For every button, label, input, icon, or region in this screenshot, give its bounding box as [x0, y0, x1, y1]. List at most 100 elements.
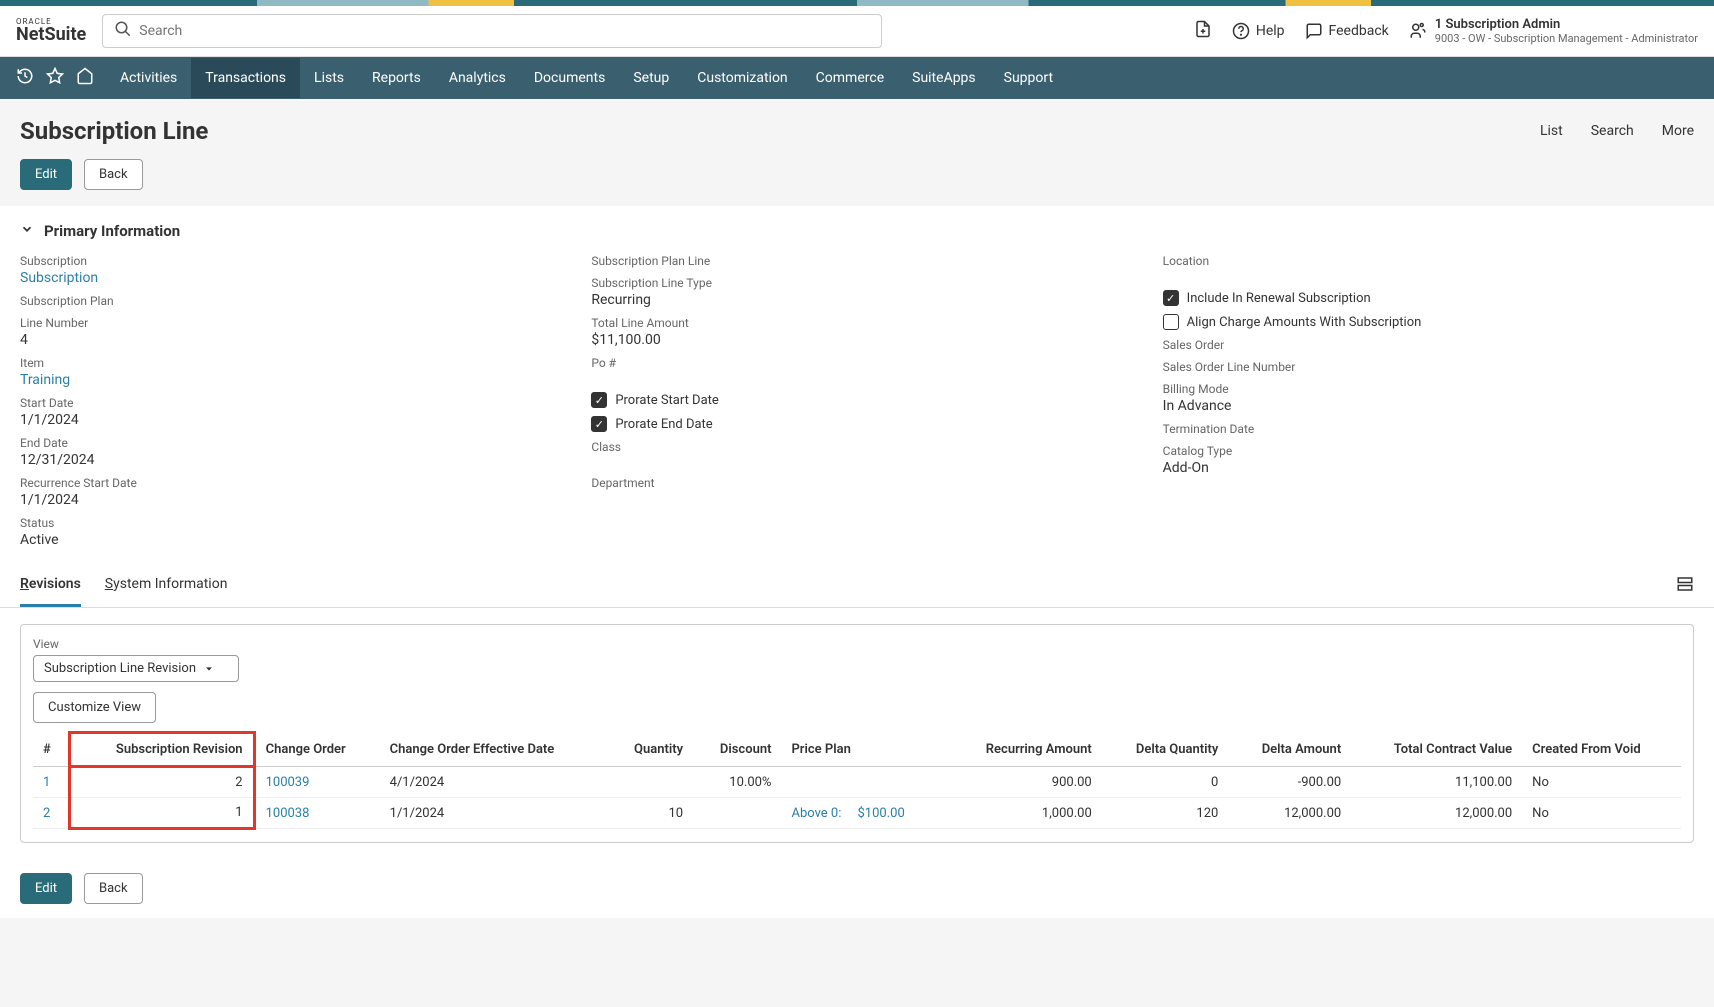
history-icon[interactable]: [16, 67, 34, 89]
nav-commerce[interactable]: Commerce: [802, 58, 898, 98]
include-renewal-checkbox: ✓: [1163, 290, 1179, 306]
user-info[interactable]: 1 Subscription Admin 9003 - OW - Subscri…: [1409, 17, 1698, 46]
col-num[interactable]: #: [33, 733, 69, 767]
start-date-value: 1/1/2024: [20, 412, 551, 428]
edit-button[interactable]: Edit: [20, 159, 72, 190]
total-amount-value: $11,100.00: [591, 332, 1122, 348]
nav-documents[interactable]: Documents: [520, 58, 619, 98]
row-qty: 10: [608, 798, 693, 829]
prorate-end-label: Prorate End Date: [615, 417, 712, 432]
col-delta-amount[interactable]: Delta Amount: [1228, 733, 1351, 767]
row-discount: [693, 798, 781, 829]
col-effective-date[interactable]: Change Order Effective Date: [380, 733, 608, 767]
nav-setup[interactable]: Setup: [619, 58, 683, 98]
table-row[interactable]: 1 2 100039 4/1/2024 10.00% 900.00 0 -900…: [33, 767, 1681, 798]
help-button[interactable]: Help: [1232, 22, 1285, 40]
user-name: 1 Subscription Admin: [1435, 17, 1698, 33]
nav-reports[interactable]: Reports: [358, 58, 435, 98]
edit-button-bottom[interactable]: Edit: [20, 873, 72, 904]
table-row[interactable]: 2 1 100038 1/1/2024 10 Above 0: $100.00 …: [33, 798, 1681, 829]
feedback-label: Feedback: [1329, 23, 1389, 39]
create-new-icon[interactable]: [1194, 20, 1212, 42]
row-tcv: 11,100.00: [1351, 767, 1522, 798]
action-search[interactable]: Search: [1591, 123, 1634, 139]
feedback-button[interactable]: Feedback: [1305, 22, 1389, 40]
row-delta-amt: -900.00: [1228, 767, 1351, 798]
row-delta-qty: 120: [1102, 798, 1229, 829]
col-price-plan[interactable]: Price Plan: [781, 733, 946, 767]
status-label: Status: [20, 516, 551, 530]
line-number-label: Line Number: [20, 316, 551, 330]
netsuite-logo[interactable]: ORACLE NetSuite: [16, 18, 86, 44]
row-void: No: [1522, 798, 1681, 829]
col-change-order[interactable]: Change Order: [254, 733, 380, 767]
nav-transactions[interactable]: Transactions: [191, 58, 300, 98]
col-delta-qty[interactable]: Delta Quantity: [1102, 733, 1229, 767]
sales-order-line-label: Sales Order Line Number: [1163, 360, 1694, 374]
logo-netsuite: NetSuite: [16, 26, 86, 44]
col-subscription-revision[interactable]: Subscription Revision: [69, 733, 254, 767]
layout-toggle-icon[interactable]: [1676, 575, 1694, 597]
col-void[interactable]: Created From Void: [1522, 733, 1681, 767]
row-num[interactable]: 2: [33, 798, 69, 829]
customize-view-button[interactable]: Customize View: [33, 692, 156, 723]
back-button-bottom[interactable]: Back: [84, 873, 143, 904]
row-eff-date: 4/1/2024: [380, 767, 608, 798]
billing-mode-value: In Advance: [1163, 398, 1694, 414]
start-date-label: Start Date: [20, 396, 551, 410]
total-amount-label: Total Line Amount: [591, 316, 1122, 330]
class-label: Class: [591, 440, 1122, 454]
primary-info-title: Primary Information: [44, 222, 180, 240]
back-button[interactable]: Back: [84, 159, 143, 190]
item-link[interactable]: Training: [20, 372, 551, 388]
action-list[interactable]: List: [1540, 123, 1563, 139]
line-type-label: Subscription Line Type: [591, 276, 1122, 290]
row-recurring: 900.00: [946, 767, 1102, 798]
item-label: Item: [20, 356, 551, 370]
row-delta-qty: 0: [1102, 767, 1229, 798]
tabs-row: RRevisionsevisions SSystem Informationys…: [0, 564, 1714, 608]
row-price-plan: Above 0: $100.00: [781, 798, 946, 829]
sublist-wrap: View Subscription Line Revision Customiz…: [0, 608, 1714, 859]
row-recurring: 1,000.00: [946, 798, 1102, 829]
col-quantity[interactable]: Quantity: [608, 733, 693, 767]
nav-suiteapps[interactable]: SuiteApps: [898, 58, 990, 98]
catalog-type-label: Catalog Type: [1163, 444, 1694, 458]
subscription-link[interactable]: Subscription: [20, 270, 551, 286]
row-change-order[interactable]: 100039: [254, 767, 380, 798]
view-select[interactable]: Subscription Line Revision: [33, 655, 239, 682]
sales-order-label: Sales Order: [1163, 338, 1694, 352]
col-recurring-amount[interactable]: Recurring Amount: [946, 733, 1102, 767]
search-icon: [114, 20, 132, 42]
bottom-buttons: Edit Back: [0, 859, 1714, 918]
page-actions: List Search More: [1540, 123, 1694, 139]
col-discount[interactable]: Discount: [693, 733, 781, 767]
view-select-value: Subscription Line Revision: [44, 661, 196, 676]
row-rev: 1: [69, 798, 254, 829]
nav-items: Activities Transactions Lists Reports An…: [106, 58, 1067, 98]
nav-support[interactable]: Support: [990, 58, 1067, 98]
recurrence-start-label: Recurrence Start Date: [20, 476, 551, 490]
search-input[interactable]: [102, 14, 882, 48]
tab-revisions[interactable]: RRevisionsevisions: [20, 564, 81, 607]
action-more[interactable]: More: [1662, 123, 1694, 139]
prorate-start-checkbox: ✓: [591, 392, 607, 408]
nav-customization[interactable]: Customization: [683, 58, 801, 98]
home-icon[interactable]: [76, 67, 94, 89]
tab-system-info[interactable]: SSystem Informationystem Information: [105, 564, 228, 607]
nav-lists[interactable]: Lists: [300, 58, 358, 98]
primary-info-header[interactable]: Primary Information: [20, 222, 1694, 240]
line-number-value: 4: [20, 332, 551, 348]
billing-mode-label: Billing Mode: [1163, 382, 1694, 396]
page-title: Subscription Line: [20, 117, 208, 145]
row-num[interactable]: 1: [33, 767, 69, 798]
row-change-order[interactable]: 100038: [254, 798, 380, 829]
page-header: Subscription Line List Search More Edit …: [0, 99, 1714, 206]
nav-analytics[interactable]: Analytics: [435, 58, 520, 98]
line-type-value: Recurring: [591, 292, 1122, 308]
col-tcv[interactable]: Total Contract Value: [1351, 733, 1522, 767]
nav-activities[interactable]: Activities: [106, 58, 191, 98]
star-icon[interactable]: [46, 67, 64, 89]
prorate-start-label: Prorate Start Date: [615, 393, 718, 408]
header-bar: ORACLE NetSuite Help Feedback 1 Subscrip…: [0, 6, 1714, 57]
